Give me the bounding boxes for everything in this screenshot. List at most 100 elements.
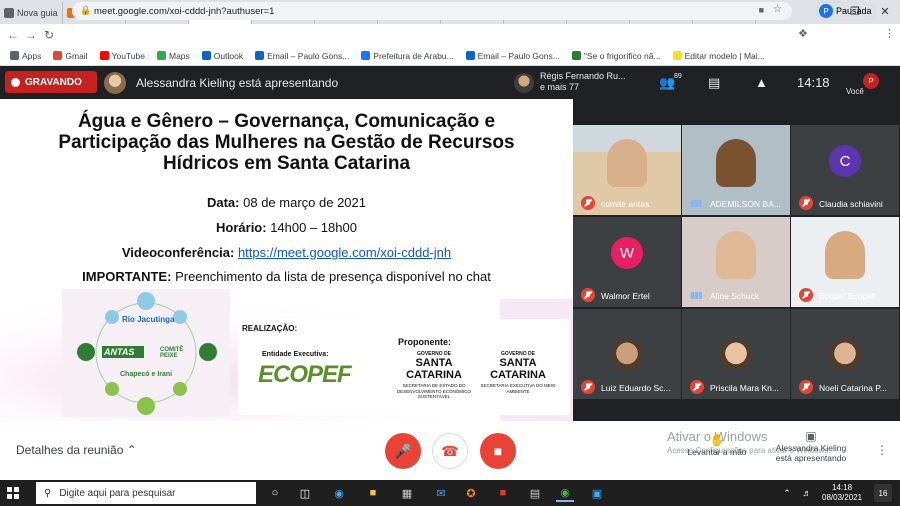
logo-text-right: COMITÊ PEIXE: [160, 347, 184, 359]
participant-name: Ecopef Ecopef: [819, 291, 875, 301]
presentation-slide: Água e Gênero – Governança, Comunicação …: [0, 99, 573, 421]
profile-status: Pausada: [836, 6, 872, 16]
speaker-info[interactable]: Régis Fernando Ru... e mais 77: [540, 71, 626, 93]
bookmark-item[interactable]: Maps: [156, 51, 190, 61]
participant-name: Priscila Mara Kn...: [710, 383, 779, 393]
participant-avatar: [720, 339, 752, 371]
star-icon[interactable]: ☆: [773, 4, 782, 15]
bookmark-item[interactable]: Email – Paulo Gons...: [465, 51, 560, 61]
url-input[interactable]: 🔒 meet.google.com/xoi-cddd-jnh?authuser=…: [72, 2, 792, 20]
slide-date: Data: 08 de março de 2021: [206, 195, 366, 210]
chevron-up-tray-icon[interactable]: ⌃: [778, 484, 796, 502]
bookmark-icon: [201, 51, 211, 60]
bookmark-item[interactable]: "Se o frigorífico nã...: [571, 51, 661, 61]
mic-muted-icon: [799, 380, 813, 394]
mic-muted-icon: [690, 380, 704, 394]
app-icon-1[interactable]: ✪: [462, 484, 480, 502]
presenting-button[interactable]: ▣ Alessandra Kieling está apresentando: [768, 430, 854, 463]
app-icon-2[interactable]: ■: [494, 484, 512, 502]
gov-sc-logo-1: GOVERNO DE SANTA CATARINA SECRETARIA DE …: [396, 351, 472, 399]
browser-tab[interactable]: Nova guia✕: [0, 2, 63, 24]
file-explorer-icon[interactable]: ■: [364, 484, 382, 502]
mic-muted-icon: [799, 288, 813, 302]
activities-icon[interactable]: ▲: [755, 75, 768, 90]
recording-badge: GRAVANDO: [5, 71, 97, 93]
app-icon-3[interactable]: ▤: [526, 484, 544, 502]
forward-icon[interactable]: →: [22, 28, 40, 42]
people-icon[interactable]: 👥: [659, 75, 675, 91]
hand-icon: ✋: [709, 433, 725, 447]
participant-name: Claudia schiavini: [819, 199, 883, 209]
bookmark-icon: [53, 51, 63, 60]
app-icon-4[interactable]: ▣: [588, 484, 606, 502]
participant-tile[interactable]: Ecopef Ecopef: [791, 217, 899, 307]
notifications-icon[interactable]: 16: [874, 484, 892, 502]
ecopef-logo: ECOPEF: [258, 361, 352, 388]
extensions-icon[interactable]: ❖: [798, 27, 808, 40]
store-icon[interactable]: ▦: [398, 484, 416, 502]
lock-icon: 🔒: [80, 5, 92, 15]
mail-icon[interactable]: ✉: [432, 484, 450, 502]
slide-title: Água e Gênero – Governança, Comunicação …: [58, 111, 515, 174]
mic-off-icon: 🎤: [394, 442, 412, 459]
mic-muted-icon: [581, 380, 595, 394]
cortana-icon[interactable]: ○: [266, 484, 284, 502]
participant-name: comite antas: [601, 199, 650, 209]
proponente-label: Proponente:: [398, 337, 451, 347]
bookmark-item[interactable]: YouTube: [99, 51, 145, 61]
participant-tile[interactable]: Luiz Eduardo Sc...: [573, 309, 681, 399]
camera-icon[interactable]: ■: [759, 5, 764, 15]
windows-start-button[interactable]: [7, 487, 19, 499]
bookmark-item[interactable]: Apps: [10, 51, 41, 61]
realizacao-label: REALIZAÇÃO:: [242, 324, 298, 333]
bookmark-item[interactable]: Outlook: [201, 51, 243, 61]
task-view-icon[interactable]: ◫: [296, 484, 314, 502]
reload-icon[interactable]: ↻: [40, 28, 58, 42]
logo-text-top: Rio Jacutinga: [122, 315, 175, 324]
participant-tile[interactable]: Priscila Mara Kn...: [682, 309, 790, 399]
slide-time: Horário: 14h00 – 18h00: [216, 220, 357, 235]
bookmark-item[interactable]: Prefeitura de Arabu...: [361, 51, 454, 61]
bookmark-item[interactable]: Editar modelo | Mai...: [672, 51, 765, 61]
participant-tile[interactable]: ▮▮▮ Aline Schuck: [682, 217, 790, 307]
camera-off-button[interactable]: ■: [480, 433, 516, 469]
participant-tile[interactable]: comite antas: [573, 125, 681, 215]
participant-tile[interactable]: Noeli Catarina P...: [791, 309, 899, 399]
participant-name: Aline Schuck: [710, 291, 760, 301]
participant-tile[interactable]: W Walmor Ertel: [573, 217, 681, 307]
partners-block: REALIZAÇÃO: Entidade Executiva: ECOPEF P…: [238, 319, 570, 415]
participant-tile[interactable]: C Claudia schiavini: [791, 125, 899, 215]
participant-count: 89: [674, 73, 682, 80]
slide-video: Videoconferência: https://meet.google.co…: [121, 245, 452, 260]
record-icon: [11, 77, 20, 87]
speaker-more: e mais 77: [540, 82, 580, 92]
edge-icon[interactable]: ◉: [330, 484, 348, 502]
self-label: Você: [846, 87, 864, 96]
participant-tile[interactable]: ▮▮▮ ADEMILSON BA...: [682, 125, 790, 215]
meet-top-bar: GRAVANDO Alessandra Kieling está apresen…: [0, 67, 900, 99]
bookmark-item[interactable]: Gmail: [53, 51, 88, 61]
meet-bottom-bar: Detalhes da reunião ⌃ 🎤 ☎ ■ Ativar o Win…: [0, 421, 900, 480]
participant-name: Walmor Ertel: [601, 291, 650, 301]
participant-video: [607, 139, 647, 187]
chevron-up-icon: ⌃: [126, 443, 137, 457]
mic-off-button[interactable]: 🎤: [385, 433, 421, 469]
raise-hand-button[interactable]: ✋ Levantar a mão: [684, 433, 750, 457]
back-icon[interactable]: ←: [4, 28, 22, 42]
leave-call-button[interactable]: ☎: [432, 433, 468, 469]
meet-link[interactable]: https://meet.google.com/xoi-cddd-jnh: [238, 245, 451, 260]
taskbar-search-input[interactable]: ⚲ Digite aqui para pesquisar: [36, 482, 256, 504]
more-options-icon[interactable]: ⋮: [876, 443, 888, 457]
profile-button[interactable]: P Pausada: [816, 2, 876, 20]
self-avatar: P: [863, 73, 879, 89]
meeting-clock: 14:18: [797, 75, 830, 90]
menu-icon[interactable]: ⋮: [884, 27, 895, 40]
meeting-details-button[interactable]: Detalhes da reunião ⌃: [16, 443, 137, 457]
chat-icon[interactable]: ▤: [708, 75, 720, 91]
bookmark-item[interactable]: Email – Paulo Gons...: [255, 51, 349, 61]
bookmark-icon: [571, 51, 581, 60]
chrome-icon[interactable]: ◉: [556, 484, 574, 502]
bookmark-icon: [99, 51, 109, 60]
volume-icon[interactable]: ♬: [798, 484, 816, 502]
system-clock[interactable]: 14:18 08/03/2021: [822, 483, 862, 503]
